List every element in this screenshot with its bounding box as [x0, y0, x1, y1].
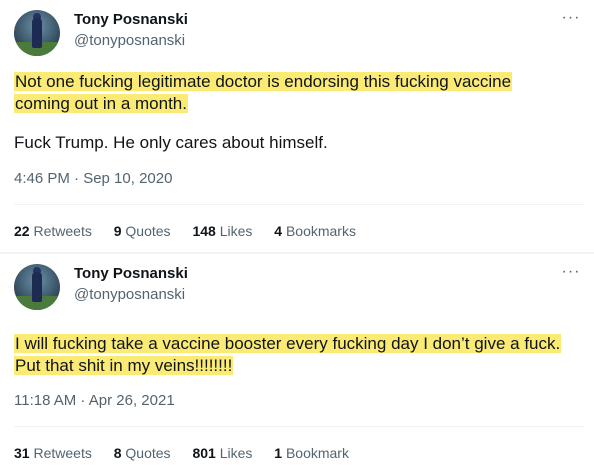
tweet-text: Fuck Trump. He only cares about himself.	[14, 133, 328, 152]
likes-count: 148	[192, 223, 216, 239]
bookmarks-stat[interactable]: 1 Bookmark	[274, 445, 349, 461]
retweets-count: 31	[14, 445, 30, 461]
tweet-1[interactable]: Tony Posnanski @tonyposnanski ··· Not on…	[0, 0, 594, 252]
likes-label: Likes	[219, 223, 253, 239]
avatar[interactable]	[14, 264, 60, 310]
retweets-label: Retweets	[33, 223, 92, 239]
avatar[interactable]	[14, 10, 60, 56]
quotes-stat[interactable]: 9 Quotes	[114, 223, 171, 239]
likes-stat[interactable]: 801 Likes	[192, 445, 252, 461]
tweet-stats: 22 Retweets 9 Quotes 148 Likes 4 Bookmar…	[14, 223, 356, 239]
tweet-text-line: I will fucking take a vaccine booster ev…	[14, 334, 562, 353]
quotes-count: 8	[113, 445, 122, 461]
bookmarks-stat[interactable]: 4 Bookmarks	[274, 223, 356, 239]
tweet-timestamp[interactable]: 11:18 AM · Apr 26, 2021	[14, 392, 175, 409]
likes-count: 801	[192, 445, 216, 461]
bookmarks-label: Bookmarks	[285, 223, 356, 239]
likes-label: Likes	[219, 445, 253, 461]
retweets-stat[interactable]: 31 Retweets	[14, 445, 92, 461]
tweet-2[interactable]: Tony Posnanski @tonyposnanski ··· I will…	[0, 254, 594, 473]
avatar-player	[32, 272, 42, 302]
tweet-stats: 31 Retweets 8 Quotes 801 Likes 1 Bookmar…	[14, 445, 349, 461]
retweets-label: Retweets	[33, 445, 92, 461]
likes-stat[interactable]: 148 Likes	[192, 223, 252, 239]
author-name[interactable]: Tony Posnanski	[74, 11, 188, 28]
author-name[interactable]: Tony Posnanski	[74, 265, 188, 282]
retweets-count: 22	[14, 223, 30, 239]
tweet-text-line: Not one fucking legitimate doctor is end…	[14, 72, 513, 91]
divider	[14, 204, 584, 205]
divider	[14, 426, 584, 427]
bookmarks-count: 1	[274, 445, 283, 461]
tweet-text-line: Put that shit in my veins!!!!!!!!	[14, 356, 234, 375]
more-dots-icon[interactable]: ···	[560, 10, 582, 30]
author-handle[interactable]: @tonyposnanski	[74, 32, 185, 49]
quotes-stat[interactable]: 8 Quotes	[114, 445, 171, 461]
tweet-text-highlighted: I will fucking take a vaccine booster ev…	[14, 333, 584, 377]
more-dots-icon[interactable]: ···	[560, 264, 582, 284]
tweet-text-highlighted: Not one fucking legitimate doctor is end…	[14, 71, 584, 115]
tweet-timestamp[interactable]: 4:46 PM · Sep 10, 2020	[14, 170, 172, 187]
quotes-label: Quotes	[125, 445, 171, 461]
quotes-label: Quotes	[125, 223, 171, 239]
retweets-stat[interactable]: 22 Retweets	[14, 223, 92, 239]
bookmarks-count: 4	[274, 223, 283, 239]
author-handle[interactable]: @tonyposnanski	[74, 286, 185, 303]
bookmarks-label: Bookmark	[285, 445, 349, 461]
avatar-player	[32, 18, 42, 48]
quotes-count: 9	[113, 223, 122, 239]
tweet-text-line: coming out in a month.	[14, 94, 188, 113]
